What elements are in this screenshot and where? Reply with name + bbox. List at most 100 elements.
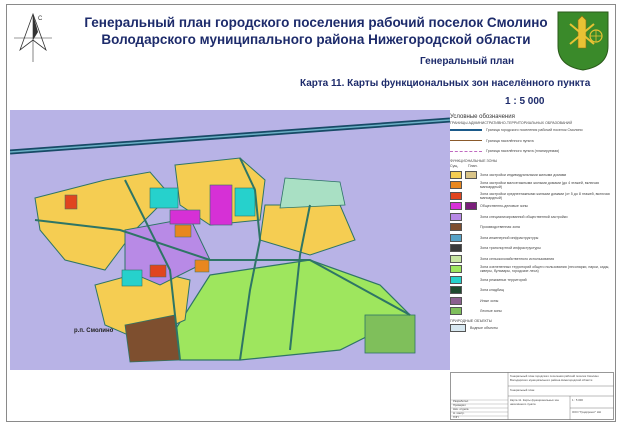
legend-zone-swatch <box>450 244 462 253</box>
legend-zone-row: Производственная зона <box>450 222 610 233</box>
legend-zone-label: Производственная зона <box>480 225 520 230</box>
legend-zone-row: Лесные зоны <box>450 306 610 317</box>
legend-zone-swatch <box>450 307 462 316</box>
legend-zone-label: Лесные зоны <box>480 309 502 314</box>
legend-zone-swatch <box>450 296 462 305</box>
legend-zone-swatch-planned <box>465 255 477 263</box>
map-title: Карта 11. Карты функциональных зон насел… <box>300 78 591 89</box>
legend-zone-swatch <box>450 233 462 242</box>
zone-special-2 <box>234 187 256 217</box>
compass-letter: С <box>38 16 43 22</box>
legend-zone-swatch-planned <box>465 265 477 273</box>
legend-border-row: Граница населённого пункта <box>450 136 610 147</box>
zone-midrise-2 <box>149 264 167 278</box>
legend-zone-label: Иные зоны <box>480 298 499 303</box>
zone-public-2 <box>169 209 201 225</box>
legend-border-label: Граница населённого пункта (планируемая) <box>486 149 560 154</box>
legend-zone-swatch-planned <box>465 297 477 305</box>
legend-zone-label: Зона застройки индивидуальными жилыми до… <box>480 172 567 177</box>
legend-zone-swatch <box>450 170 462 179</box>
legend-zone-label: Зона транспортной инфраструктуры <box>480 246 541 251</box>
legend-zone-label: Зона сельскохозяйственного использования <box>480 256 555 261</box>
legend-zone-swatch-planned <box>465 213 477 221</box>
legend-zone-label: Зона застройки среднеэтажными жилыми дом… <box>480 191 610 200</box>
legend-col-planned: План. <box>468 164 478 168</box>
legend-zone-swatch <box>450 191 462 200</box>
zone-special-1 <box>149 187 179 209</box>
legend-zone-row: Зона застройки среднеэтажными жилыми дом… <box>450 191 610 202</box>
legend-border-label: Граница городского поселения рабочий пос… <box>486 128 583 133</box>
legend-zone-label: Зона озелененных территорий общего польз… <box>480 265 610 274</box>
legend-zone-row: Зона застройки малоэтажными жилыми домам… <box>450 180 610 191</box>
legend-border-swatch <box>450 129 482 132</box>
legend-zone-row: Зона сельскохозяйственного использования <box>450 254 610 265</box>
legend-columns: Сущ. План. <box>450 163 610 170</box>
legend-border-row: Граница городского поселения рабочий пос… <box>450 125 610 136</box>
legend-zone-row: Зона инженерной инфраструктуры <box>450 233 610 244</box>
legend-zone-label: Зона режимных территорий <box>480 277 527 282</box>
zone-public-1 <box>209 184 233 226</box>
legend-zone-swatch-planned <box>465 307 477 315</box>
legend-zone-swatch-planned <box>465 202 477 211</box>
legend-zone-row: Зона застройки индивидуальными жилыми до… <box>450 170 610 181</box>
legend-zone-swatch <box>450 181 462 190</box>
legend-zone-row: Зона кладбищ <box>450 285 610 296</box>
legend-zone-swatch-planned <box>465 286 477 294</box>
map-sheet: С Генеральный план городского поселения … <box>0 0 624 427</box>
coat-of-arms-icon <box>557 11 609 71</box>
legend-zone-swatch-planned <box>465 234 477 242</box>
legend-zone-swatch <box>450 223 462 232</box>
legend-border-swatch <box>450 150 482 152</box>
legend-zone-swatch <box>450 265 462 274</box>
stamp-person-5: ГИП <box>453 415 459 419</box>
legend-zone-swatch <box>450 212 462 221</box>
legend-zone-label: Общественно-деловые зоны <box>480 204 529 209</box>
legend-zone-swatch <box>450 254 462 263</box>
legend-zone-label: Зона застройки малоэтажными жилыми домам… <box>480 181 599 190</box>
page-title: Генеральный план городского поселения ра… <box>76 14 556 48</box>
legend-zone-label: Зона инженерной инфраструктуры <box>480 235 539 240</box>
legend-zone-label: Зона кладбищ <box>480 288 504 293</box>
stamp-map-title: Карта 11. Карты функциональных зон насел… <box>510 398 559 406</box>
subtitle: Генеральный план <box>420 56 514 67</box>
legend-natural-label: Водные объекты <box>470 325 499 330</box>
zone-midrise-1 <box>64 194 78 210</box>
legend-border-row: Граница населённого пункта (планируемая) <box>450 146 610 157</box>
zone-green-ne <box>279 177 346 209</box>
title-line-2: Володарского муниципального района Нижег… <box>101 32 531 47</box>
legend-zone-swatch-planned <box>465 276 477 284</box>
legend-border-swatch <box>450 140 482 142</box>
legend-zone-row: Зона режимных территорий <box>450 275 610 286</box>
legend-zone-row: Зона озелененных территорий общего польз… <box>450 264 610 275</box>
legend-zone-row: Общественно-деловые зоны <box>450 201 610 212</box>
zone-lowrise-2 <box>194 259 210 273</box>
legend-col-existing: Сущ. <box>450 164 459 168</box>
legend-zone-swatch-planned <box>465 170 477 179</box>
stamp-subtitle: Генеральный план <box>510 388 535 392</box>
legend-zone-swatch-planned <box>465 181 477 189</box>
legend-zone-swatch-planned <box>465 192 477 200</box>
zone-lowrise-1 <box>174 224 192 238</box>
legend-natural-row: Водные объекты <box>450 323 610 334</box>
legend-zone-swatch-planned <box>465 244 477 252</box>
legend-zone-swatch <box>450 202 462 211</box>
functional-zones-map: р.п. Смолино <box>10 110 450 370</box>
stamp-project: Генеральный план городского поселения ра… <box>510 374 599 382</box>
legend-zone-list: Зона застройки индивидуальными жилыми до… <box>450 170 610 317</box>
town-label: р.п. Смолино <box>74 328 114 334</box>
legend-zone-swatch <box>450 275 462 284</box>
legend-zone-label: Зона специализированной общественной зас… <box>480 214 568 219</box>
legend-header: Условные обозначения <box>450 114 515 120</box>
legend-zone-row: Иные зоны <box>450 296 610 307</box>
map-scale: 1 : 5 000 <box>505 96 545 107</box>
zone-forest <box>364 314 416 354</box>
legend-zone-row: Зона специализированной общественной зас… <box>450 212 610 223</box>
title-line-1: Генеральный план городского поселения ра… <box>84 15 548 30</box>
north-arrow-icon: С <box>14 12 52 62</box>
legend-zone-row: Зона транспортной инфраструктуры <box>450 243 610 254</box>
zone-special-3 <box>121 269 143 287</box>
legend-zone-swatch <box>450 286 462 295</box>
legend-water-swatch <box>450 323 466 332</box>
legend-zone-swatch-planned <box>465 223 477 231</box>
stamp-scale: 1 : 5 000 <box>572 398 583 402</box>
